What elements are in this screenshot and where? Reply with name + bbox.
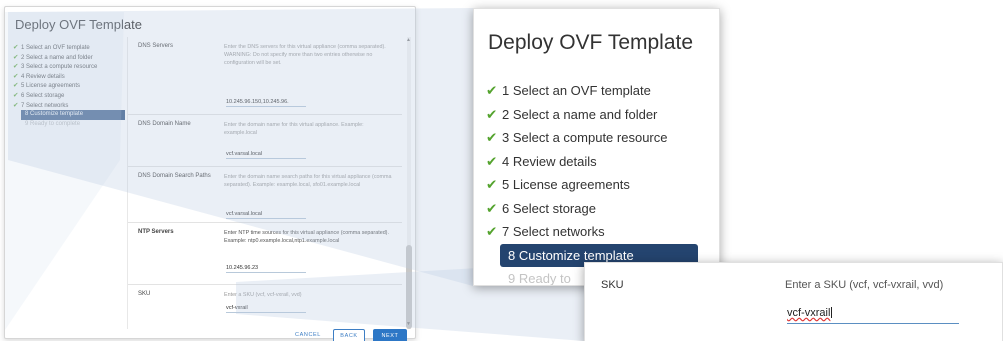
wizard-step-9: 9 Ready to complete (25, 120, 81, 127)
check-icon: ✔ (486, 224, 498, 239)
zoom-step-4[interactable]: ✔ 4 Review details (482, 150, 714, 174)
wizard-step-3[interactable]: ✔ 3 Select a compute resource (13, 62, 125, 72)
step-label: 3 Select a compute resource (502, 130, 668, 145)
check-icon: ✔ (13, 63, 19, 71)
wizard-steps: ✔ 1 Select an OVF template ✔ 2 Select a na… (13, 43, 125, 129)
chevron-up-icon[interactable]: ▲ (406, 37, 411, 43)
field-label: DNS Domain Search Paths (138, 173, 211, 179)
step-label: 5 License agreements (21, 83, 81, 90)
back-button[interactable]: BACK (333, 329, 365, 341)
sku-label: SKU (601, 279, 624, 291)
form-scrollbar[interactable]: ▲ ▼ (405, 37, 413, 329)
zoom-title: Deploy OVF Template (488, 31, 694, 54)
form-row-dns-domain: DNS Domain Name Enter the domain name fo… (128, 115, 402, 167)
check-icon: ✔ (13, 72, 19, 80)
chevron-down-icon[interactable]: ▼ (406, 321, 411, 327)
check-icon: ✔ (13, 82, 19, 90)
form-row-ntp-servers: NTP Servers Enter NTP time sources for t… (128, 223, 402, 285)
check-icon: ✔ (486, 106, 498, 122)
zoom-step-1[interactable]: ✔ 1 Select an OVF template (482, 79, 714, 103)
form-row-dns-servers: DNS Servers Enter the DNS servers for th… (128, 37, 402, 115)
field-description: Enter NTP time sources for this virtual … (224, 230, 389, 244)
step-label: 5 License agreements (502, 177, 630, 192)
check-icon: ✔ (486, 130, 498, 145)
zoom-step-2[interactable]: ✔ 2 Select a name and folder (482, 103, 714, 127)
check-icon: ✔ (486, 177, 498, 192)
field-label: SKU (138, 291, 151, 297)
check-icon: ✔ (486, 153, 498, 169)
check-icon: ✔ (486, 200, 498, 216)
field-label: DNS Domain Name (138, 121, 191, 127)
deploy-ovf-dialog: Deploy OVF Template ✔ 1 Select an OVF tem… (4, 6, 416, 341)
dns-servers-input[interactable]: 10.245.96.150,10.245.96. (226, 99, 306, 107)
ntp-servers-input[interactable]: 10.245.96.23 (226, 265, 306, 273)
text-caret (831, 307, 833, 318)
wizard-step-4[interactable]: ✔ 4 Review details (13, 72, 125, 82)
step-label: 1 Select an OVF template (21, 45, 90, 51)
check-icon: ✔ (13, 53, 19, 61)
step-label: 2 Select a name and folder (502, 106, 658, 122)
zoom-step-5[interactable]: ✔ 5 License agreements (482, 173, 714, 197)
zoom-step-6[interactable]: ✔ 6 Select storage (482, 197, 714, 221)
wizard-step-6[interactable]: ✔ 6 Select storage (13, 91, 125, 101)
cancel-button[interactable]: CANCEL (288, 329, 328, 341)
step-label: 3 Select a compute resource (21, 64, 98, 71)
zoom-step-7[interactable]: ✔ 7 Select networks (482, 220, 714, 244)
wizard-step-2[interactable]: ✔ 2 Select a name and folder (13, 53, 125, 63)
step-label: 6 Select storage (21, 92, 65, 99)
zoom-step-3[interactable]: ✔ 3 Select a compute resource (482, 126, 714, 150)
wizard-step-5[interactable]: ✔ 5 License agreements (13, 81, 125, 91)
field-label: DNS Servers (138, 43, 174, 49)
dialog-title: Deploy OVF Template (15, 17, 142, 32)
field-description: Enter a SKU (vcf, vcf-vxrail, vvd) (224, 292, 302, 298)
step-label: 2 Select a name and folder (21, 54, 93, 61)
step-label: 4 Review details (502, 153, 597, 169)
check-icon: ✔ (13, 91, 19, 99)
dns-domain-input[interactable]: vcf.varsal.local (226, 151, 306, 159)
sku-input-zoomed[interactable]: vcf-vxrail (787, 307, 959, 324)
form-row-sku: SKU Enter a SKU (vcf, vcf-vxrail, vvd) v… (128, 285, 402, 329)
step-label: 7 Select networks (502, 224, 605, 239)
field-label: NTP Servers (138, 229, 174, 235)
step-label: 4 Review details (21, 73, 65, 80)
field-description: Enter the domain name for this virtual a… (224, 122, 364, 136)
check-icon: ✔ (13, 44, 19, 51)
field-description: Enter the domain name search paths for t… (224, 174, 392, 188)
step-label: 7 Select networks (21, 102, 69, 109)
form-row-dns-search-paths: DNS Domain Search Paths Enter the domain… (128, 167, 402, 223)
sku-description: Enter a SKU (vcf, vcf-vxrail, vvd) (785, 279, 944, 291)
dns-search-paths-input[interactable]: vcf.varsal.local (226, 211, 306, 219)
check-icon: ✔ (13, 101, 19, 109)
zoom-steps-list: ✔ 1 Select an OVF template ✔ 2 Select a na… (482, 79, 714, 285)
zoom-panel-steps: Deploy OVF Template ✔ 1 Select an OVF tem… (473, 8, 720, 286)
scrollbar-thumb[interactable] (406, 245, 412, 329)
wizard-step-7[interactable]: ✔ 7 Select networks (13, 101, 125, 111)
next-button[interactable]: NEXT (373, 329, 407, 341)
zoom-panel-sku: SKU Enter a SKU (vcf, vcf-vxrail, vvd) v… (584, 262, 1003, 341)
step-label: 6 Select storage (502, 200, 596, 216)
step-label: 1 Select an OVF template (502, 83, 651, 98)
customize-form: DNS Servers Enter the DNS servers for th… (127, 37, 411, 329)
sku-input[interactable]: vcf-vxrail (226, 305, 306, 313)
field-description: Enter the DNS servers for this virtual a… (224, 44, 386, 66)
check-icon: ✔ (486, 83, 498, 98)
wizard-step-8-active[interactable]: 8 Customize template (21, 110, 125, 120)
wizard-step-1[interactable]: ✔ 1 Select an OVF template (13, 43, 125, 53)
sku-value: vcf-vxrail (787, 307, 831, 319)
